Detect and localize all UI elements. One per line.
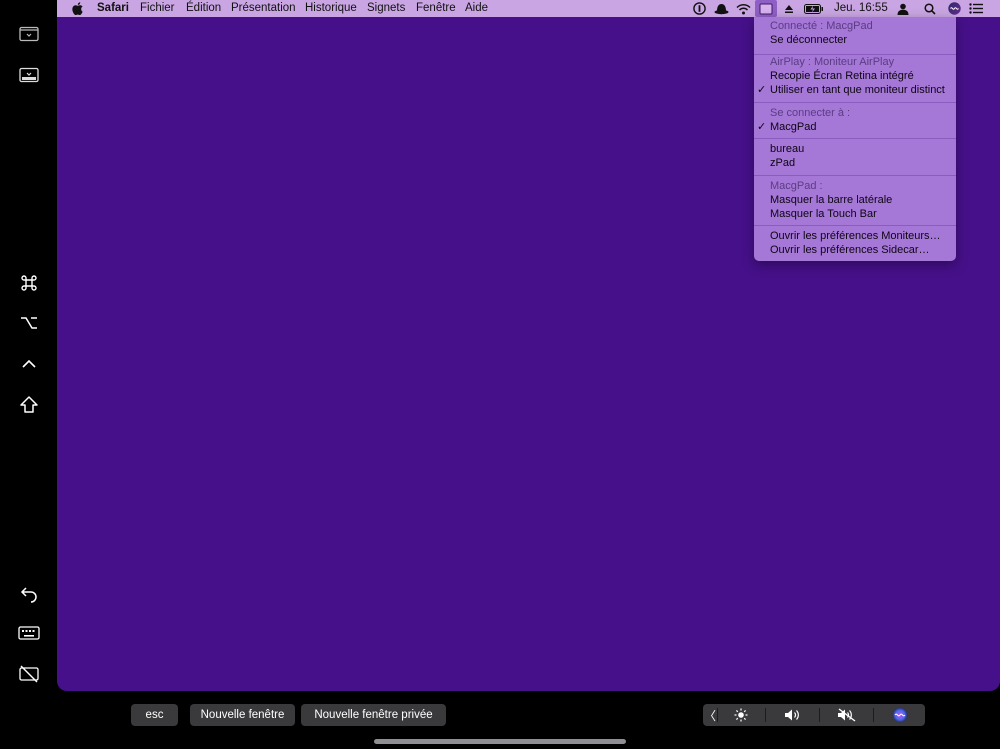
menu-separator: [754, 175, 956, 176]
menubar-clock[interactable]: Jeu. 16:55: [834, 0, 888, 17]
home-indicator[interactable]: [374, 739, 626, 744]
hat-icon[interactable]: [713, 1, 729, 16]
brightness-icon[interactable]: [723, 704, 759, 726]
apple-logo-icon[interactable]: [72, 1, 83, 16]
device-item-macgpad[interactable]: MacgPad: [770, 120, 816, 134]
search-icon[interactable]: [923, 1, 937, 16]
disconnect-display-icon[interactable]: [14, 659, 44, 689]
menubar-toggle-icon[interactable]: [14, 19, 44, 49]
esc-button[interactable]: esc: [131, 704, 178, 726]
menu-fichier[interactable]: Fichier: [140, 0, 175, 17]
keyboard-icon[interactable]: [14, 618, 44, 648]
new-window-button[interactable]: Nouvelle fenêtre: [190, 704, 295, 726]
menu-historique[interactable]: Historique: [305, 0, 357, 17]
control-strip: 〈: [703, 704, 925, 726]
separate-display-item[interactable]: Utiliser en tant que moniteur distinct: [770, 83, 945, 97]
open-sidecar-prefs-item[interactable]: Ouvrir les préférences Sidecar…: [770, 243, 930, 257]
menu-separator: [754, 138, 956, 139]
strip-divider: [765, 708, 766, 722]
hide-sidebar-item[interactable]: Masquer la barre latérale: [770, 193, 892, 207]
eject-icon[interactable]: [783, 1, 795, 16]
control-center-icon[interactable]: [968, 1, 984, 16]
strip-divider: [819, 708, 820, 722]
menu-fenetre[interactable]: Fenêtre: [416, 0, 456, 17]
checkmark-icon: ✓: [757, 121, 767, 133]
sidecar-sidebar: [0, 0, 57, 749]
dock-toggle-icon[interactable]: [14, 60, 44, 90]
sidecar-display-icon[interactable]: [755, 0, 777, 17]
shift-icon[interactable]: [14, 390, 44, 420]
connected-header: Connecté : MacgPad: [770, 20, 873, 32]
wifi-icon[interactable]: [735, 1, 751, 16]
undo-icon[interactable]: [14, 578, 44, 608]
mirror-display-item[interactable]: Recopie Écran Retina intégré: [770, 69, 914, 83]
device-item-bureau[interactable]: bureau: [770, 142, 804, 156]
menu-separator: [754, 102, 956, 103]
option-icon[interactable]: [14, 308, 44, 338]
menu-separator: [754, 225, 956, 226]
connect-to-header: Se connecter à :: [770, 107, 851, 119]
volume-icon[interactable]: [773, 704, 813, 726]
menu-bar: Safari Fichier Édition Présentation Hist…: [57, 0, 1000, 17]
battery-icon[interactable]: [803, 1, 825, 16]
control-icon[interactable]: [14, 349, 44, 379]
menu-presentation[interactable]: Présentation: [231, 0, 296, 17]
sidecar-dropdown-menu: Connecté : MacgPad Se déconnecter AirPla…: [754, 17, 956, 261]
airplay-header: AirPlay : Moniteur AirPlay: [770, 56, 895, 68]
mute-icon[interactable]: [827, 704, 867, 726]
strip-divider: [717, 708, 718, 722]
strip-divider: [873, 708, 874, 722]
disconnect-item[interactable]: Se déconnecter: [770, 33, 847, 47]
siri-icon[interactable]: [881, 704, 919, 726]
command-icon[interactable]: [14, 268, 44, 298]
device-item-zpad[interactable]: zPad: [770, 156, 795, 170]
desktop: Safari Fichier Édition Présentation Hist…: [57, 0, 1000, 691]
new-private-window-button[interactable]: Nouvelle fenêtre privée: [301, 704, 446, 726]
1password-icon[interactable]: [692, 1, 706, 16]
menu-aide[interactable]: Aide: [465, 0, 488, 17]
user-icon[interactable]: [896, 1, 910, 16]
menu-signets[interactable]: Signets: [367, 0, 405, 17]
macgpad-header: MacgPad :: [770, 180, 823, 192]
open-displays-prefs-item[interactable]: Ouvrir les préférences Moniteurs…: [770, 229, 941, 243]
siri-icon[interactable]: [947, 1, 961, 16]
menu-edition[interactable]: Édition: [186, 0, 221, 17]
collapse-strip-icon[interactable]: 〈: [703, 704, 717, 726]
checkmark-icon: ✓: [757, 84, 767, 96]
menu-app-safari[interactable]: Safari: [97, 0, 129, 17]
hide-touchbar-item[interactable]: Masquer la Touch Bar: [770, 207, 877, 221]
